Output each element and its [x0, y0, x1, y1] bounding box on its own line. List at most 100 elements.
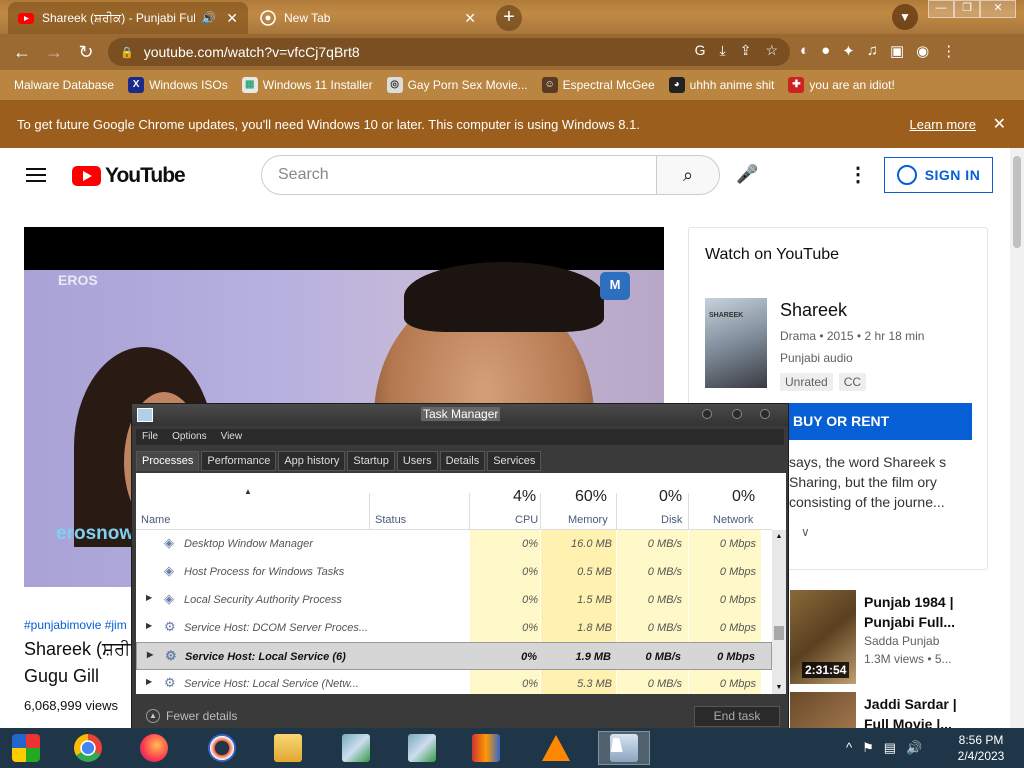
table-row[interactable]: ◈ Host Process for Windows Tasks 0% 0.5 … [136, 558, 772, 586]
sort-arrow-icon[interactable]: ▲ [244, 487, 252, 496]
tab-details[interactable]: Details [439, 451, 486, 471]
taskbar-app[interactable] [330, 731, 382, 765]
expand-arrow-icon[interactable]: ▶ [146, 593, 152, 602]
tab-users[interactable]: Users [396, 451, 438, 471]
microphone-icon[interactable]: 🎤 [736, 164, 758, 185]
tab-app-history[interactable]: App history [278, 451, 346, 471]
scroll-up-icon[interactable]: ▲ [774, 533, 784, 540]
bookmark-star-icon[interactable]: ☆ [765, 42, 778, 59]
close-infobar-icon[interactable]: ✕ [993, 114, 1006, 134]
fewer-details-button[interactable]: ▲ Fewer details [146, 709, 237, 723]
hashtags[interactable]: #punjabimovie #jim [24, 618, 127, 632]
restore-button[interactable]: ❐ [954, 0, 980, 18]
table-row[interactable]: ◈ Desktop Window Manager 0% 16.0 MB 0 MB… [136, 530, 772, 558]
bookmark-item[interactable]: ▦ Windows 11 Installer [241, 77, 373, 93]
buy-or-rent-button[interactable]: BUY OR RENT [789, 403, 972, 440]
expand-arrow-icon[interactable]: ▶ [147, 650, 153, 659]
bookmark-item[interactable]: ◎ Gay Porn Sex Movie... [386, 77, 528, 93]
tab-performance[interactable]: Performance [201, 451, 277, 471]
extensions-puzzle-icon[interactable]: ✦ [842, 42, 855, 60]
menu-options[interactable]: Options [172, 429, 206, 445]
search-button[interactable]: ⌕ [656, 155, 720, 195]
table-row-selected[interactable]: ▶ ⚙ Service Host: Local Service (6) 0% 1… [136, 642, 772, 670]
close-icon[interactable] [760, 409, 770, 419]
extension-flag-icon[interactable]: ◐ [800, 42, 809, 60]
column-name[interactable]: Name [141, 514, 170, 526]
back-icon[interactable]: ← [10, 40, 34, 64]
taskbar-chrome[interactable] [62, 731, 114, 765]
column-cpu[interactable]: CPU [515, 514, 538, 526]
recommendation-title[interactable]: Jaddi Sardar | Full Movie |... [864, 694, 984, 728]
expand-arrow-icon[interactable]: ▶ [146, 677, 152, 686]
menu-view[interactable]: View [221, 429, 243, 445]
column-memory[interactable]: Memory [568, 514, 608, 526]
table-row[interactable]: ▶ ⚙ Service Host: Local Service (Netw...… [136, 670, 772, 694]
action-center-flag-icon[interactable]: ⚑ [862, 740, 874, 756]
end-task-button[interactable]: End task [694, 706, 780, 727]
table-scrollbar[interactable]: ▲ ▼ [772, 530, 786, 694]
bookmark-item[interactable]: Malware Database [14, 78, 114, 92]
bookmark-item[interactable]: ◕ uhhh anime shit [668, 77, 774, 93]
taskbar-winrar[interactable] [460, 731, 512, 765]
maximize-icon[interactable] [732, 409, 742, 419]
lock-icon[interactable]: 🔒 [120, 46, 134, 59]
column-status[interactable]: Status [375, 514, 406, 526]
taskbar-opera[interactable] [196, 731, 248, 765]
scrollbar-thumb[interactable] [1013, 156, 1021, 248]
tab-services[interactable]: Services [487, 451, 542, 471]
taskbar-task-manager[interactable] [598, 731, 650, 765]
show-hidden-icons-icon[interactable]: ^ [846, 740, 852, 756]
more-options-icon[interactable]: ⋮ [848, 162, 868, 187]
table-row[interactable]: ▶ ⚙ Service Host: DCOM Server Proces... … [136, 614, 772, 642]
minimize-icon[interactable] [702, 409, 712, 419]
audio-playing-icon[interactable]: 🔊 [201, 11, 216, 25]
tab-new-tab[interactable]: New Tab ✕ [250, 2, 486, 34]
share-icon[interactable]: ⇪ [740, 42, 752, 59]
scroll-down-icon[interactable]: ▼ [774, 684, 784, 691]
install-app-icon[interactable]: ⤓ [720, 42, 726, 59]
system-clock[interactable]: 8:56 PM 2/4/2023 [946, 732, 1016, 764]
taskbar-vlc[interactable] [530, 731, 582, 765]
side-panel-icon[interactable]: ▣ [890, 42, 904, 60]
chevron-down-icon[interactable]: ∨ [801, 525, 810, 539]
bookmark-item[interactable]: ☺ Espectral McGee [541, 77, 655, 93]
recommendation-channel[interactable]: Sadda Punjab [864, 634, 939, 648]
movie-poster[interactable]: SHAREEK [705, 298, 767, 388]
taskbar-app[interactable] [396, 731, 448, 765]
extension-avatar-icon[interactable]: ● [821, 42, 830, 60]
chrome-menu-icon[interactable]: ⋮ [941, 42, 956, 60]
profile-icon[interactable]: ◉ [916, 42, 929, 60]
start-button[interactable] [0, 731, 52, 765]
close-tab-icon[interactable]: ✕ [464, 10, 476, 27]
task-manager-titlebar[interactable]: Task Manager [132, 404, 788, 426]
column-disk[interactable]: Disk [661, 514, 682, 526]
tab-youtube[interactable]: Shareek (ਸ਼ਰੀਕ) - Punjabi Full 🔊 ✕ [8, 2, 248, 34]
taskbar-firefox[interactable] [128, 731, 180, 765]
learn-more-link[interactable]: Learn more [910, 117, 976, 132]
expand-arrow-icon[interactable]: ▶ [146, 621, 152, 630]
close-tab-icon[interactable]: ✕ [226, 10, 238, 27]
minimize-button[interactable]: — [928, 0, 954, 18]
reload-icon[interactable]: ↻ [74, 40, 98, 64]
movie-title[interactable]: Shareek [780, 300, 847, 321]
scrollbar-thumb[interactable] [774, 626, 784, 640]
sign-in-button[interactable]: SIGN IN [884, 157, 993, 193]
network-icon[interactable]: ▤ [884, 740, 896, 756]
youtube-logo[interactable]: YouTube [72, 164, 186, 188]
google-lens-icon[interactable]: G [695, 42, 706, 59]
recommendation-title[interactable]: Punjab 1984 | Punjabi Full... [864, 592, 984, 632]
hamburger-menu-icon[interactable] [26, 168, 46, 182]
search-input[interactable]: Search [261, 155, 657, 195]
media-controls-icon[interactable]: ♫ [867, 42, 878, 60]
bookmark-item[interactable]: ✚ you are an idiot! [788, 77, 895, 93]
video-thumbnail[interactable] [790, 692, 856, 728]
table-row[interactable]: ▶ ◈ Local Security Authority Process 0% … [136, 586, 772, 614]
tab-processes[interactable]: Processes [136, 451, 200, 471]
address-bar[interactable]: 🔒 youtube.com/watch?v=vfcCj7qBrt8 G ⤓ ⇪ … [108, 38, 790, 66]
page-scrollbar[interactable] [1010, 148, 1024, 728]
bookmark-item[interactable]: X Windows ISOs [128, 77, 228, 93]
column-network[interactable]: Network [713, 514, 753, 526]
forward-icon[interactable]: → [42, 40, 66, 64]
new-tab-button[interactable]: + [496, 5, 522, 31]
taskbar-file-explorer[interactable] [262, 731, 314, 765]
